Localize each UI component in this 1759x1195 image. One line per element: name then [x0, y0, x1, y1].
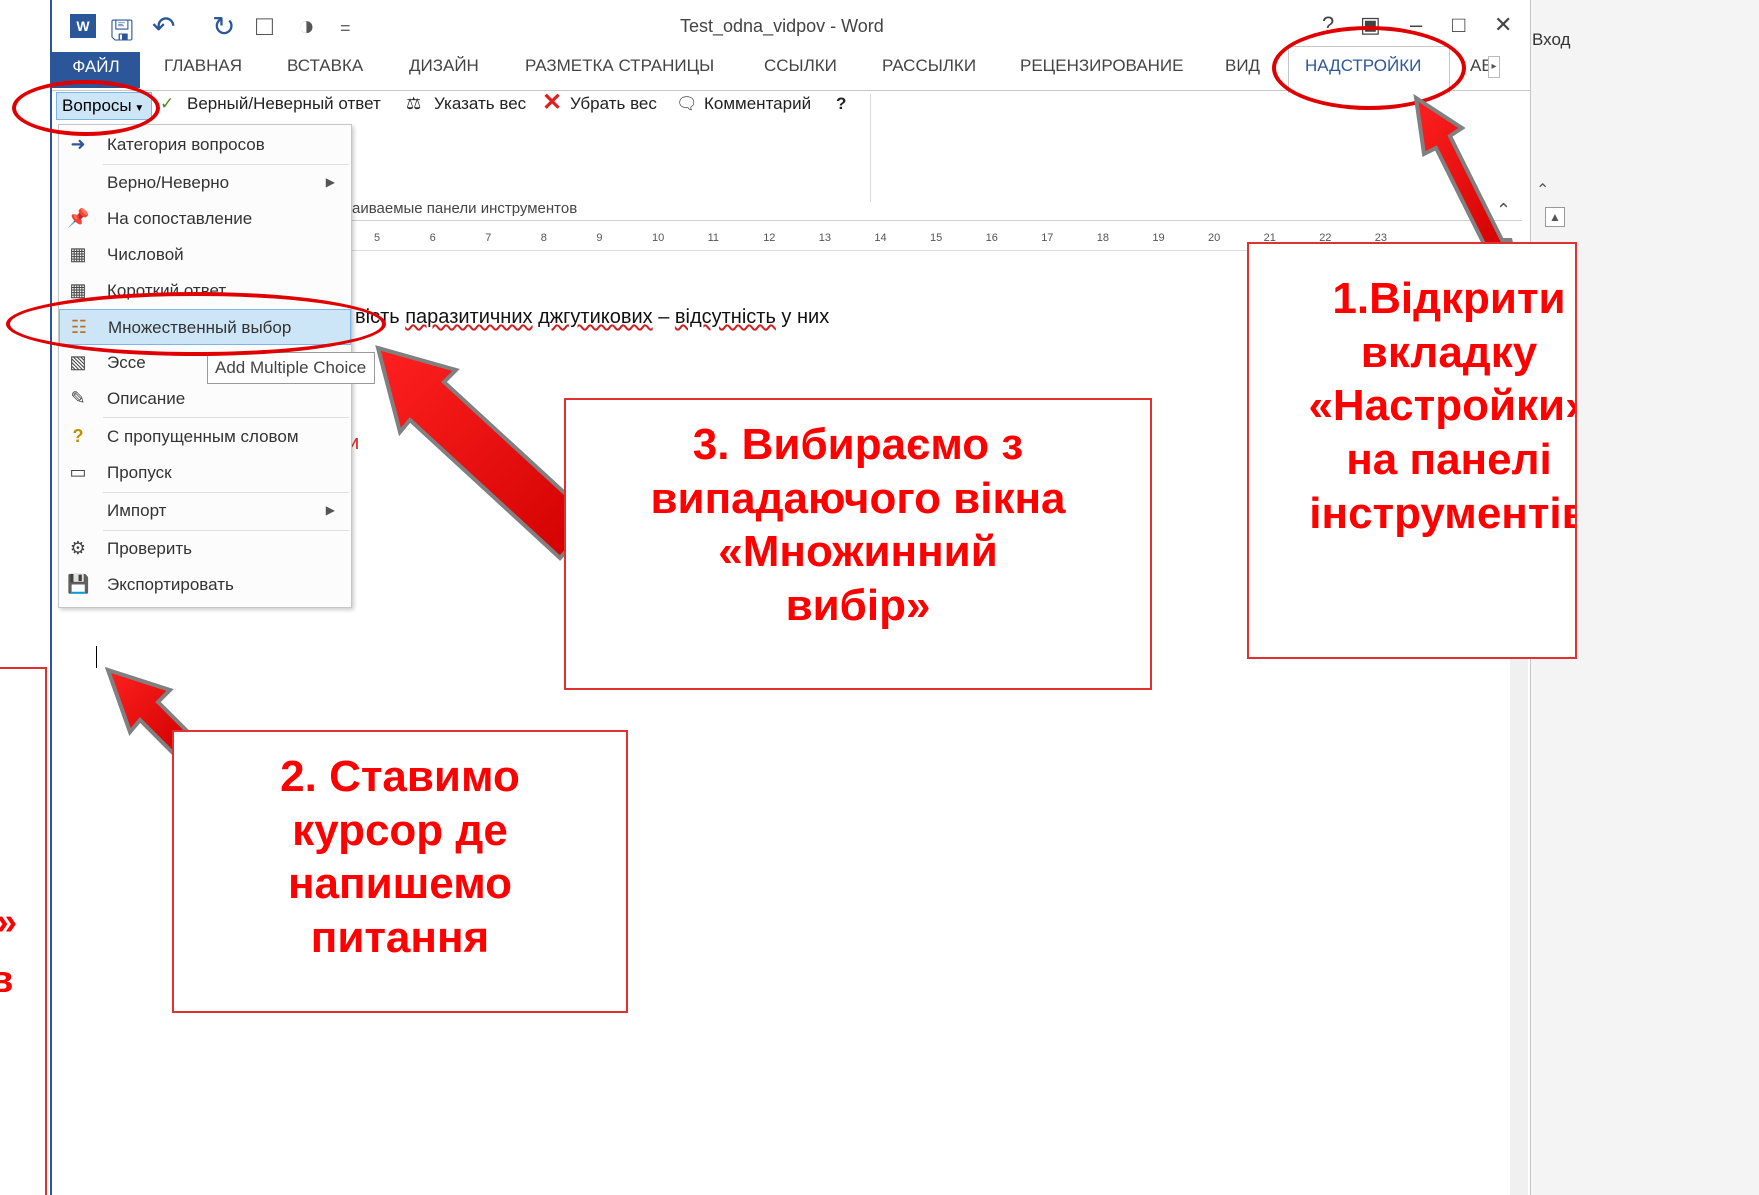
- annotation-line: 1.Відкрити: [1332, 274, 1566, 323]
- annotation-line: на панелі: [1346, 435, 1552, 485]
- annotation-step-2: 2. Ставимо курсор де напишемо питання: [172, 730, 628, 1013]
- annotation-line: 2. Ставимо: [280, 752, 520, 801]
- annotation-line: напишемо: [287, 859, 513, 909]
- annotation-step-1-text: 1.Відкрити вкладку «Настройки» на панелі…: [1279, 272, 1577, 540]
- annotation-left-fragment: » в: [0, 667, 47, 1195]
- annotation-line: «Множинний: [718, 527, 998, 577]
- annotation-line: 3. Вибираємо з: [692, 420, 1024, 469]
- annotation-line: курсор де: [292, 805, 508, 855]
- annotation-line: в: [0, 959, 14, 1001]
- arrow-to-addins-tab: [1413, 93, 1513, 255]
- annotation-step-3: 3. Вибираємо з випадаючого вікна «Множин…: [564, 398, 1152, 690]
- annotation-line: питання: [310, 913, 490, 963]
- annotation-line: інструментів: [1309, 488, 1577, 538]
- annotation-line: вибір»: [785, 581, 931, 631]
- annotation-line: «Настройки»: [1308, 381, 1577, 431]
- annotation-line: випадаючого вікна: [650, 473, 1066, 523]
- annotation-step-1: 1.Відкрити вкладку «Настройки» на панелі…: [1247, 242, 1577, 659]
- annotation-line: »: [0, 901, 17, 944]
- arrow-to-multiple-choice: [375, 345, 597, 561]
- annotation-line: вкладку: [1360, 327, 1538, 377]
